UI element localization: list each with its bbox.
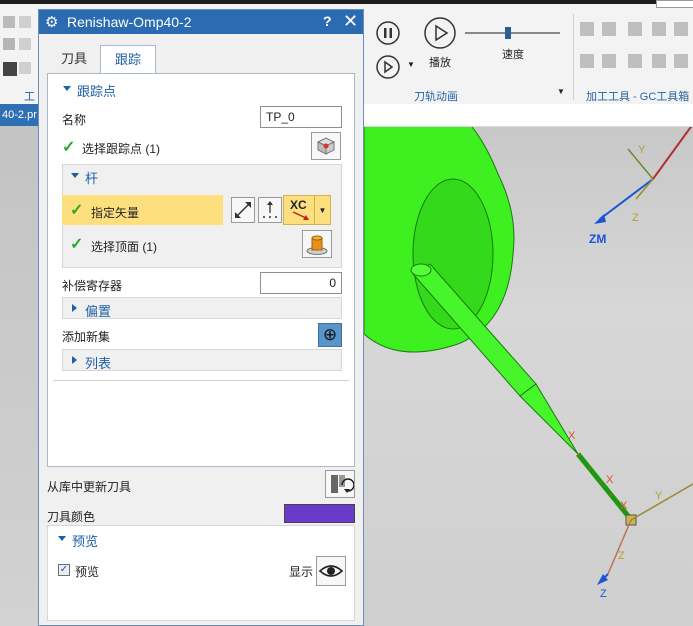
speed-slider[interactable] xyxy=(465,27,560,39)
xc-arrow-icon xyxy=(292,211,309,220)
name-input[interactable]: TP_0 xyxy=(260,106,342,128)
dialog-title: Renishaw-Omp40-2 xyxy=(67,14,192,30)
check-icon: ✓ xyxy=(62,139,76,156)
comp-register-input[interactable]: 0 xyxy=(260,272,342,294)
axis-label-y2: Y xyxy=(655,490,663,502)
play-button[interactable] xyxy=(423,16,457,50)
select-face-button[interactable] xyxy=(302,230,332,258)
tab-track[interactable]: 跟踪 xyxy=(100,45,156,73)
gc-tool-icons xyxy=(580,22,688,68)
play-icon xyxy=(424,17,456,49)
shank-header[interactable]: 杆 xyxy=(70,168,98,187)
reverse-direction-icon xyxy=(235,202,251,218)
ribbon-left-icons xyxy=(0,10,36,90)
name-label: 名称 xyxy=(62,113,87,127)
show-button[interactable] xyxy=(316,556,346,586)
vector-type-dropdown[interactable]: ▼ xyxy=(315,195,331,225)
eye-icon xyxy=(318,565,344,577)
library-update-icon xyxy=(331,475,355,493)
top-right-box xyxy=(656,0,693,8)
pause-button[interactable] xyxy=(375,20,401,46)
select-point-button[interactable] xyxy=(311,132,341,160)
gc-toolbox-icons[interactable] xyxy=(578,20,690,76)
vector-type-xc-button[interactable]: XC xyxy=(283,195,315,225)
tool-color-swatch[interactable] xyxy=(284,504,355,523)
step-forward-button[interactable] xyxy=(375,54,401,80)
axis-label-x3: X xyxy=(620,500,628,512)
specify-vector-label: 指定矢量 xyxy=(91,206,140,220)
axis-label-z3: Z xyxy=(600,588,607,600)
specify-vector-row[interactable] xyxy=(62,195,223,225)
close-button[interactable]: ✕ xyxy=(343,11,358,32)
file-tab[interactable]: 40-2.pr xyxy=(0,104,38,126)
axis-label-x2: X xyxy=(606,474,614,486)
dialog-titlebar[interactable]: ⚙ Renishaw-Omp40-2 ? ✕ xyxy=(39,10,363,34)
pause-icon xyxy=(376,21,400,45)
check-icon: ✓ xyxy=(70,236,84,253)
comp-register-label: 补偿寄存器 xyxy=(62,279,123,293)
select-track-point-label[interactable]: 选择跟踪点 (1) xyxy=(82,140,160,157)
show-label: 显示 xyxy=(289,565,314,579)
menu-bar-edge xyxy=(0,0,693,4)
list-header[interactable]: 列表 xyxy=(71,353,111,372)
panel-divider xyxy=(53,380,349,381)
track-tab-panel xyxy=(47,73,355,467)
group-expand-icon[interactable]: ▼ xyxy=(557,87,565,96)
tab-tool[interactable]: 刀具 xyxy=(49,45,99,73)
axis-label-x1: X xyxy=(568,430,576,442)
select-top-face-label[interactable]: 选择顶面 (1) xyxy=(91,238,157,255)
axis-label-y1: Y xyxy=(638,144,646,156)
slider-track xyxy=(465,27,560,39)
offset-header[interactable]: 偏置 xyxy=(71,301,111,320)
gear-icon[interactable]: ⚙ xyxy=(45,13,58,31)
play-label: 播放 xyxy=(429,57,451,69)
vector-dialog-icon xyxy=(263,201,277,218)
toolpath-anim-group-label: 刀轨动画 xyxy=(414,91,458,103)
preview-checkbox[interactable]: ✓ xyxy=(58,564,70,576)
ribbon-small-icons xyxy=(3,16,31,76)
face-cylinder-icon xyxy=(306,235,328,255)
viewport-top-bar xyxy=(364,104,693,127)
track-point-header[interactable]: 跟踪点 xyxy=(62,81,116,100)
ribbon-separator xyxy=(573,14,574,100)
speed-label: 速度 xyxy=(502,49,524,61)
update-from-library-label: 从库中更新刀具 xyxy=(47,480,132,494)
update-from-library-button[interactable] xyxy=(325,470,355,498)
tool-dialog: ⚙ Renishaw-Omp40-2 ? ✕ 刀具 跟踪 跟踪点 名称 TP_0… xyxy=(38,9,364,626)
step-dropdown-icon[interactable]: ▼ xyxy=(407,60,415,69)
vector-dialog-button[interactable] xyxy=(258,197,282,223)
tool-color-label: 刀具颜色 xyxy=(47,510,96,524)
axis-label-zm: ZM xyxy=(589,232,607,246)
left-group-label: 工 xyxy=(24,91,35,103)
reverse-direction-button[interactable] xyxy=(231,197,255,223)
viewport-left-edge xyxy=(0,126,38,626)
axis-label-z1: Z xyxy=(632,212,639,224)
axis-label-z2: Z xyxy=(618,550,625,562)
plus-circle-icon: ⊕ xyxy=(322,325,338,344)
point-cube-icon xyxy=(316,137,336,155)
add-new-set-label: 添加新集 xyxy=(62,330,111,344)
gc-toolbox-group-label: 加工工具 - GC工具箱 xyxy=(586,91,690,103)
preview-header[interactable]: 预览 xyxy=(57,531,98,550)
check-icon: ✓ xyxy=(70,202,84,219)
add-set-button[interactable]: ⊕ xyxy=(318,323,342,347)
preview-checkbox-label: 预览 xyxy=(75,565,100,579)
help-button[interactable]: ? xyxy=(323,13,332,29)
